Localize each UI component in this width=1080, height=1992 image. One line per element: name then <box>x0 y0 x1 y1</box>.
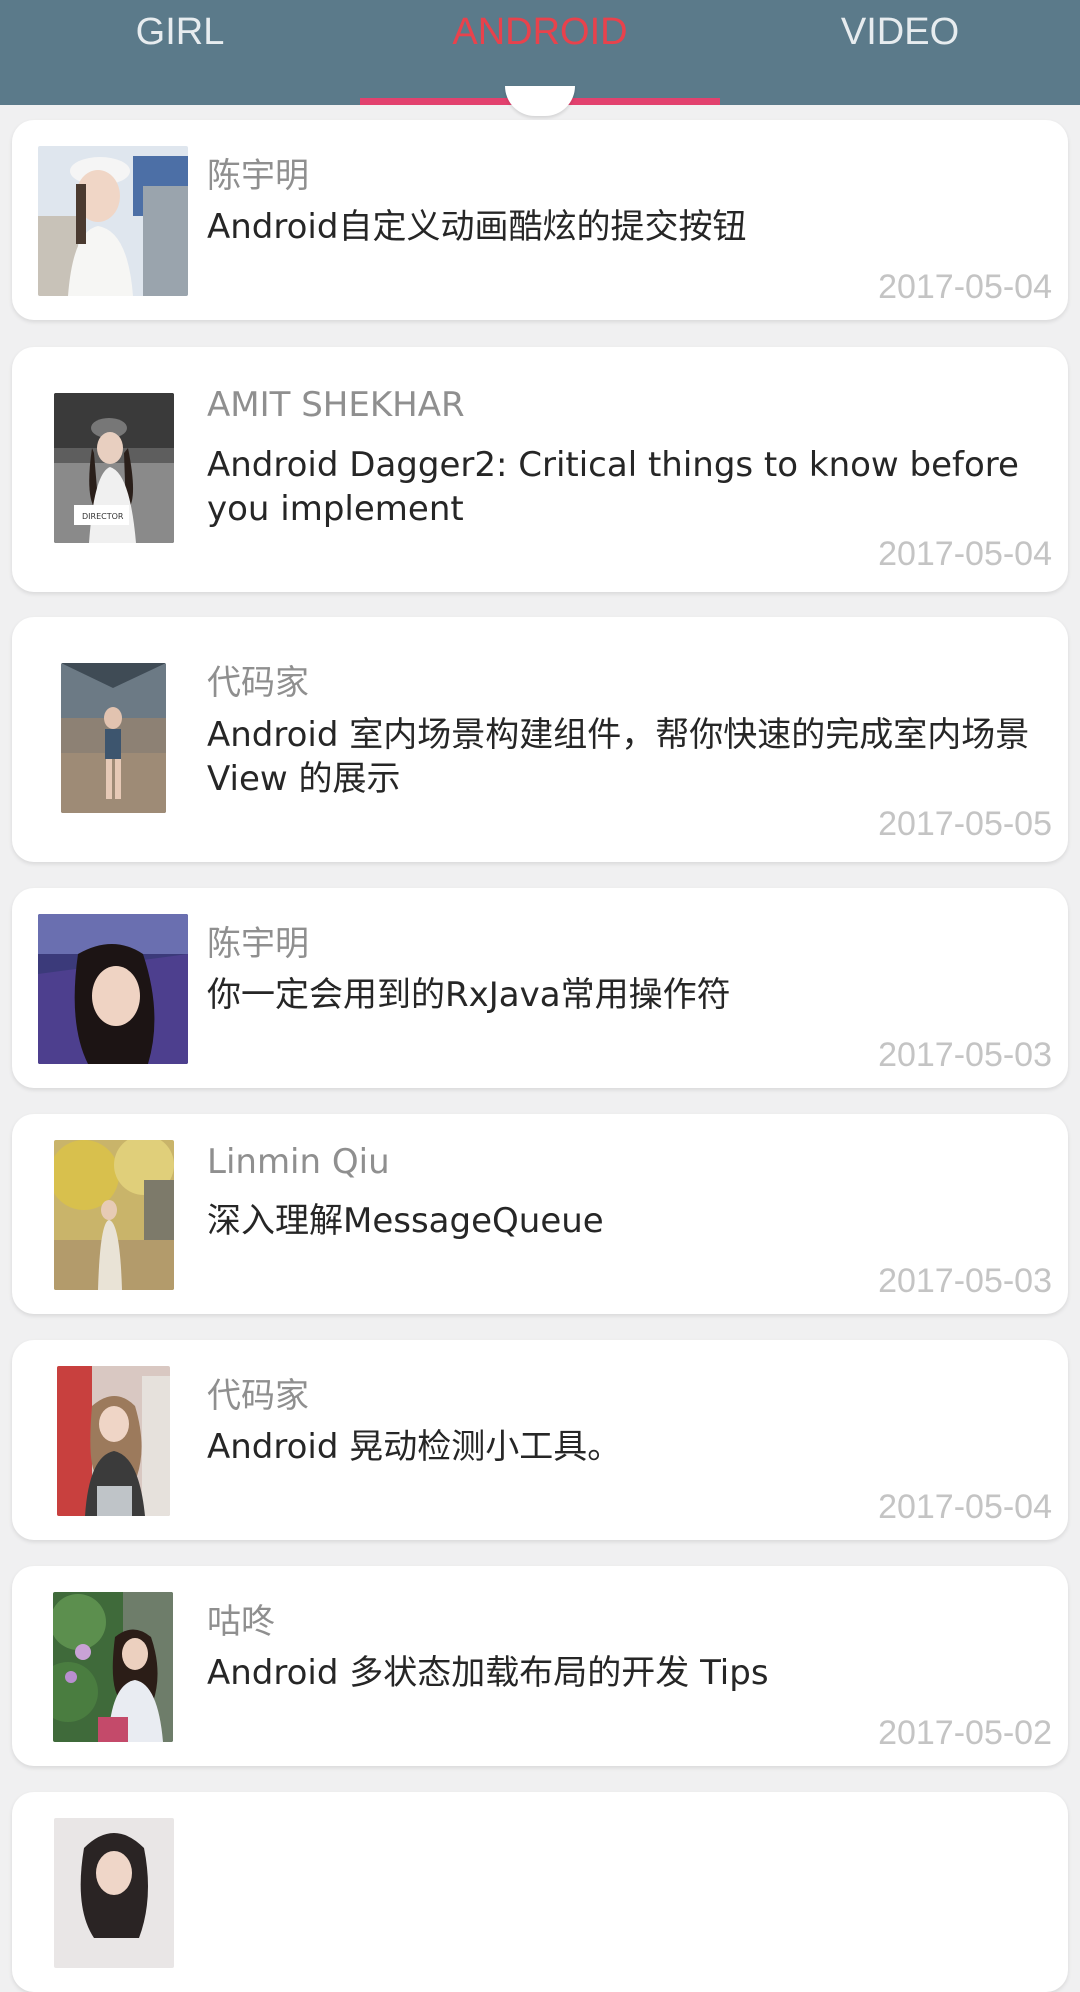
list-item[interactable]: 代码家 Android 晃动检测小工具。 2017-05-04 <box>12 1340 1068 1540</box>
pull-refresh-indicator <box>505 86 575 116</box>
publish-date: 2017-05-04 <box>878 535 1052 573</box>
tab-android[interactable]: ANDROID <box>360 6 720 66</box>
tab-video[interactable]: VIDEO <box>780 6 1020 66</box>
article-title: Android 多状态加载布局的开发 Tips <box>207 1653 769 1693</box>
author-name: 陈宇明 <box>207 156 309 196</box>
publish-date: 2017-05-04 <box>878 1488 1052 1526</box>
article-title: 深入理解MessageQueue <box>207 1201 604 1241</box>
publish-date: 2017-05-05 <box>878 805 1052 843</box>
thumbnail-image <box>54 1818 174 1968</box>
list-item[interactable] <box>12 1792 1068 1992</box>
list-item[interactable]: 代码家 Android 室内场景构建组件，帮你快速的完成室内场景 View 的展… <box>12 617 1068 862</box>
publish-date: 2017-05-03 <box>878 1262 1052 1300</box>
thumbnail-image <box>61 663 166 813</box>
author-name: 陈宇明 <box>207 924 309 964</box>
author-name: 代码家 <box>207 663 309 703</box>
list-item[interactable]: 陈宇明 Android自定义动画酷炫的提交按钮 2017-05-04 <box>12 120 1068 320</box>
author-name: AMIT SHEKHAR <box>207 385 465 425</box>
thumbnail-image <box>38 914 188 1064</box>
publish-date: 2017-05-03 <box>878 1036 1052 1074</box>
article-title: Android 晃动检测小工具。 <box>207 1427 622 1467</box>
list-item[interactable]: Linmin Qiu 深入理解MessageQueue 2017-05-03 <box>12 1114 1068 1314</box>
thumbnail-image: DIRECTOR <box>54 393 174 543</box>
publish-date: 2017-05-02 <box>878 1714 1052 1752</box>
list-item[interactable]: 陈宇明 你一定会用到的RxJava常用操作符 2017-05-03 <box>12 888 1068 1088</box>
svg-text:DIRECTOR: DIRECTOR <box>82 512 124 521</box>
article-title: 你一定会用到的RxJava常用操作符 <box>207 975 731 1015</box>
thumbnail-image <box>38 146 188 296</box>
article-title: Android自定义动画酷炫的提交按钮 <box>207 207 747 247</box>
thumbnail-image <box>54 1140 174 1290</box>
publish-date: 2017-05-04 <box>878 268 1052 306</box>
tab-girl[interactable]: GIRL <box>60 6 300 66</box>
author-name: 咕咚 <box>207 1602 275 1642</box>
thumbnail-image <box>53 1592 173 1742</box>
author-name: Linmin Qiu <box>207 1142 390 1182</box>
article-title: Android Dagger2: Critical things to know… <box>207 445 1019 529</box>
list-item[interactable]: DIRECTOR AMIT SHEKHAR Android Dagger2: C… <box>12 347 1068 592</box>
article-title: Android 室内场景构建组件，帮你快速的完成室内场景 View 的展示 <box>207 715 1030 799</box>
author-name: 代码家 <box>207 1376 309 1416</box>
thumbnail-image <box>57 1366 170 1516</box>
list-item[interactable]: 咕咚 Android 多状态加载布局的开发 Tips 2017-05-02 <box>12 1566 1068 1766</box>
